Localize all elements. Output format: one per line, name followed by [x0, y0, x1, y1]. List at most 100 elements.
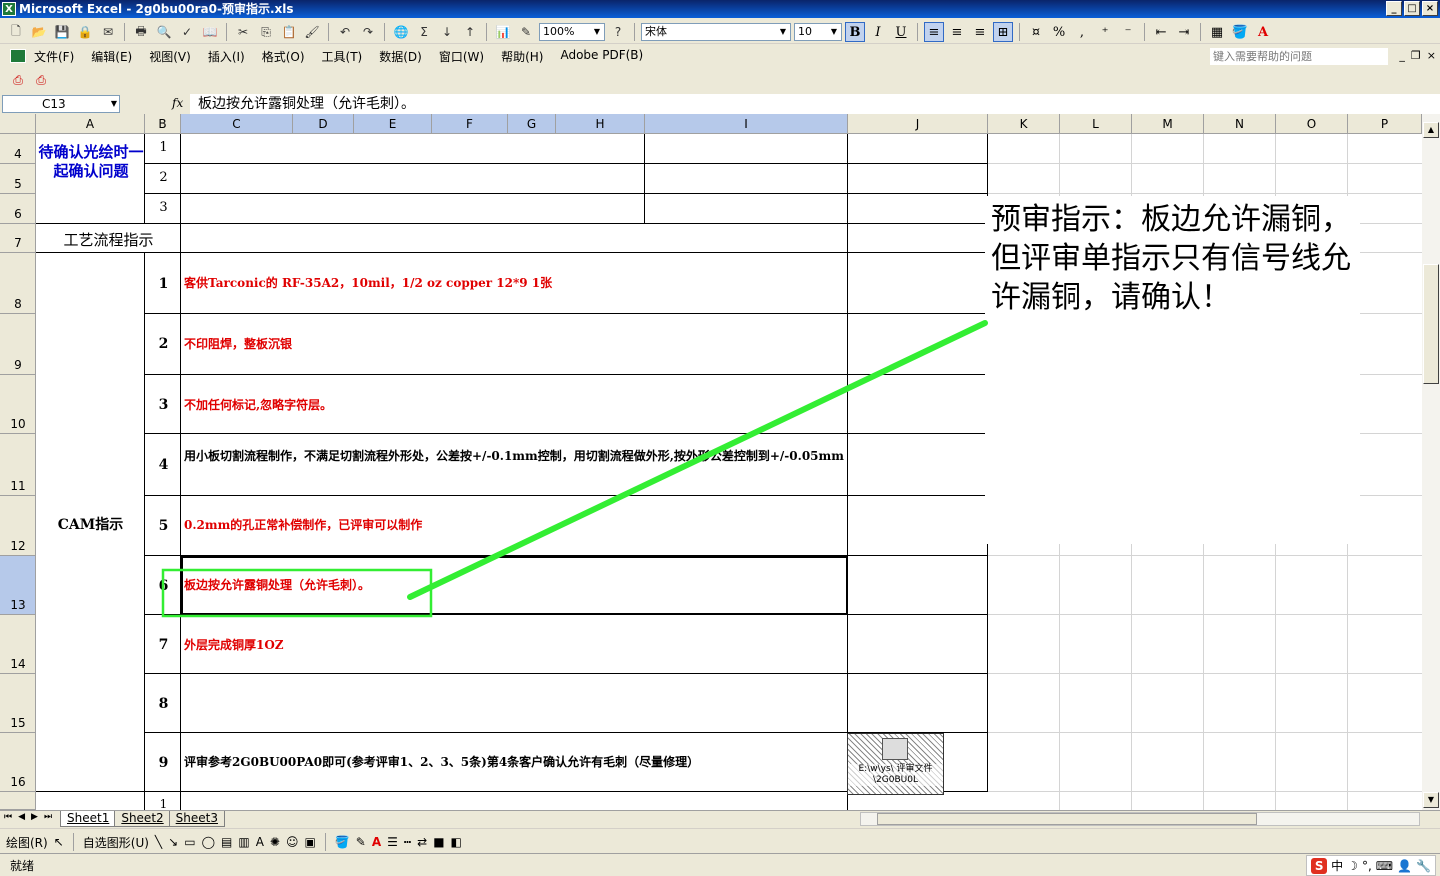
align-center-button[interactable]: ≡ — [947, 22, 967, 42]
row-header-13[interactable]: 13 — [0, 556, 36, 615]
arrow-style-icon[interactable]: ⇄ — [417, 835, 427, 849]
menu-edit[interactable]: 编辑(E) — [91, 48, 132, 65]
hyperlink-icon[interactable]: 🌐 — [391, 23, 411, 41]
copy-icon[interactable]: ⎘ — [256, 23, 276, 41]
help-icon[interactable]: ? — [608, 23, 628, 41]
fill-color-icon[interactable]: 🪣 — [335, 835, 350, 849]
open-icon[interactable]: 📂 — [29, 23, 49, 41]
workbook-icon[interactable] — [10, 49, 26, 63]
column-header-f[interactable]: F — [432, 114, 508, 134]
doc-close-button[interactable]: × — [1427, 49, 1436, 62]
column-header-n[interactable]: N — [1204, 114, 1276, 134]
clipart-icon[interactable]: ☺ — [286, 835, 299, 849]
row-header-12[interactable]: 12 — [0, 496, 36, 556]
prev-sheet-icon[interactable]: ◀ — [18, 812, 25, 822]
scroll-down-icon[interactable]: ▼ — [1423, 792, 1439, 808]
format-painter-icon[interactable]: 🖌 — [302, 23, 322, 41]
row-header-16[interactable]: 16 — [0, 733, 36, 792]
row-header-9[interactable]: 9 — [0, 314, 36, 375]
cell-j12[interactable] — [848, 496, 988, 556]
percent-button[interactable]: % — [1049, 22, 1069, 42]
first-sheet-icon[interactable]: ⏮ — [4, 812, 12, 822]
name-box[interactable]: C13 ▼ — [2, 95, 120, 113]
menu-view[interactable]: 视图(V) — [149, 48, 191, 65]
align-right-button[interactable]: ≡ — [970, 22, 990, 42]
column-header-j[interactable]: J — [848, 114, 988, 134]
save-icon[interactable]: 💾 — [52, 23, 72, 41]
borders-button[interactable]: ▦ — [1207, 22, 1227, 42]
cell-c17[interactable] — [181, 792, 848, 810]
user-icon[interactable]: 👤 — [1397, 859, 1412, 873]
select-all-corner[interactable] — [0, 114, 36, 134]
vertical-textbox-icon[interactable]: ▥ — [238, 835, 249, 849]
scroll-up-icon[interactable]: ▲ — [1423, 122, 1439, 138]
oval-icon[interactable]: ◯ — [202, 835, 215, 849]
sheet-tab-1[interactable]: Sheet1 — [60, 811, 117, 827]
italic-button[interactable]: I — [868, 22, 888, 42]
undo-icon[interactable]: ↶ — [335, 23, 355, 41]
doc-restore-button[interactable]: ❐ — [1411, 49, 1421, 62]
doc-minimize-button[interactable]: _ — [1399, 49, 1405, 62]
picture-icon[interactable]: ▣ — [304, 835, 315, 849]
line-style-icon[interactable]: ☰ — [387, 835, 398, 849]
column-header-h[interactable]: H — [556, 114, 645, 134]
menu-insert[interactable]: 插入(I) — [208, 48, 245, 65]
autoshapes-button[interactable]: 自选图形(U) — [83, 834, 149, 851]
font-color-button[interactable]: A — [1253, 22, 1273, 42]
print-preview-icon[interactable]: 🔍 — [154, 23, 174, 41]
ime-mode[interactable]: 中 — [1331, 857, 1343, 874]
email-icon[interactable]: ✉ — [98, 23, 118, 41]
row-header-15[interactable]: 15 — [0, 674, 36, 733]
cell-j11[interactable] — [848, 434, 988, 496]
fill-color-button[interactable]: 🪣 — [1230, 22, 1250, 42]
currency-button[interactable]: ¤ — [1026, 22, 1046, 42]
paste-icon[interactable]: 📋 — [279, 23, 299, 41]
cell-j14[interactable] — [848, 615, 988, 674]
keyboard-icon[interactable]: ⌨ — [1376, 859, 1393, 873]
cell-j8[interactable] — [848, 253, 988, 314]
row-header-6[interactable]: 6 — [0, 194, 36, 224]
cell-a4-confirm-issues[interactable]: 待确认光绘时一起确认问题 — [36, 134, 145, 224]
sort-asc-icon[interactable]: ↓ — [437, 23, 457, 41]
menu-file[interactable]: 文件(F) — [34, 48, 74, 65]
decrease-decimal-button[interactable]: ⁻ — [1118, 22, 1138, 42]
cell-a8-cam-instructions[interactable]: CAM指示 — [36, 253, 145, 792]
cell-c4[interactable] — [181, 134, 645, 164]
column-header-p[interactable]: P — [1348, 114, 1422, 134]
cell-j4[interactable] — [848, 134, 988, 164]
column-header-b[interactable]: B — [145, 114, 181, 134]
spelling-icon[interactable]: ✓ — [177, 23, 197, 41]
cell-j6[interactable] — [848, 194, 988, 224]
horizontal-scroll-thumb[interactable] — [877, 813, 1257, 825]
worksheet-grid[interactable]: A B C D E F G H I J K L M N O P 4 5 6 7 … — [0, 114, 1422, 810]
menu-help[interactable]: 帮助(H) — [501, 48, 543, 65]
excel-app-icon[interactable]: X — [2, 2, 16, 16]
last-sheet-icon[interactable]: ⏭ — [44, 812, 52, 822]
horizontal-scrollbar[interactable] — [860, 812, 1420, 826]
menu-tools[interactable]: 工具(T) — [322, 48, 363, 65]
cell-c11[interactable] — [181, 434, 848, 496]
decrease-indent-button[interactable]: ⇤ — [1151, 22, 1171, 42]
sheet-tab-3[interactable]: Sheet3 — [168, 811, 225, 827]
menu-data[interactable]: 数据(D) — [379, 48, 422, 65]
textbox-icon[interactable]: ▤ — [221, 835, 232, 849]
select-objects-icon[interactable]: ↖ — [54, 835, 64, 849]
cell-j9[interactable] — [848, 314, 988, 375]
column-header-o[interactable]: O — [1276, 114, 1348, 134]
menu-window[interactable]: 窗口(W) — [439, 48, 484, 65]
research-icon[interactable]: 📖 — [200, 23, 220, 41]
draw-menu-button[interactable]: 绘图(R) — [6, 834, 48, 851]
cell-i5[interactable] — [645, 164, 848, 194]
row-header-11[interactable]: 11 — [0, 434, 36, 496]
column-header-e[interactable]: E — [354, 114, 432, 134]
sogou-icon[interactable]: S — [1311, 857, 1328, 874]
help-question-input[interactable]: 键入需要帮助的问题 — [1210, 48, 1388, 65]
minimize-button[interactable]: _ — [1386, 1, 1402, 16]
chart-wizard-icon[interactable]: 📊 — [493, 23, 513, 41]
cell-a7-process-flow[interactable]: 工艺流程指示 — [36, 224, 181, 253]
column-header-m[interactable]: M — [1132, 114, 1204, 134]
underline-button[interactable]: U — [891, 22, 911, 42]
punctuation-icon[interactable]: °, — [1362, 859, 1372, 873]
column-header-a[interactable]: A — [36, 114, 145, 134]
cut-icon[interactable]: ✂ — [233, 23, 253, 41]
